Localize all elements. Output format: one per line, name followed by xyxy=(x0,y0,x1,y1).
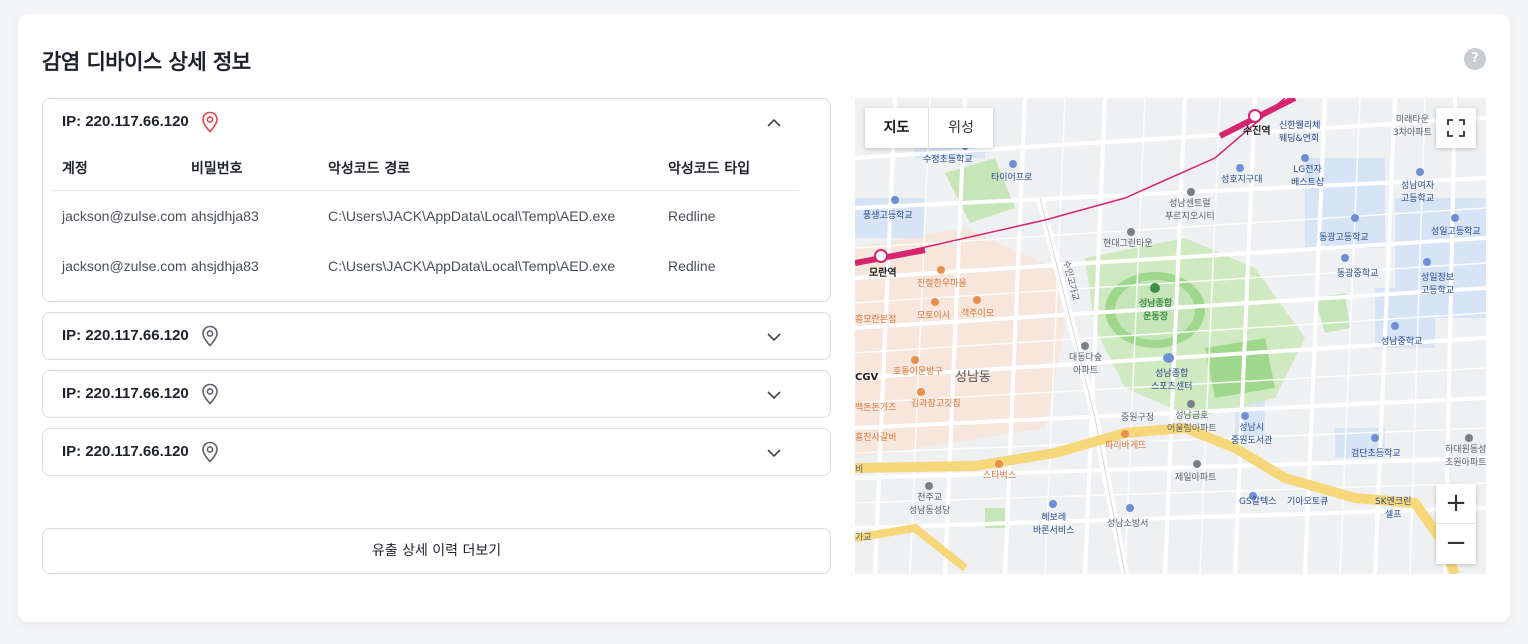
accordion-header[interactable]: IP: 220.117.66.120 xyxy=(43,313,830,359)
map-label: 가교 xyxy=(855,533,872,543)
map-label: 모토이시 xyxy=(917,311,951,321)
col-malware-type: 악성코드 타입 xyxy=(668,160,751,177)
infected-device-card: 감염 디바이스 상세 정보 ? IP: 220.117.66.120 계정 비밀… xyxy=(18,14,1510,622)
cell-type: Redline xyxy=(668,258,716,274)
tab-map[interactable]: 지도 xyxy=(865,108,929,148)
ip-address: IP: 220.117.66.120 xyxy=(62,443,189,460)
cell-account: jackson@zulse.com xyxy=(62,258,187,274)
accordion-item: IP: 220.117.66.120 xyxy=(42,428,831,476)
map-label: 중원구청 xyxy=(1121,413,1155,423)
map-label: 성남시 중원도서관 xyxy=(1231,423,1273,446)
map-label: 비 xyxy=(855,465,864,475)
map-label: LG전자 베스트샵 xyxy=(1291,165,1325,188)
map-label: 파리바게뜨 xyxy=(1105,441,1147,451)
map-label: 스타벅스 xyxy=(983,471,1017,481)
ip-address: IP: 220.117.66.120 xyxy=(62,385,189,402)
map-label: 성일고등학교 xyxy=(1431,227,1481,237)
map-label: 신한웰리체 웨딩&연회 xyxy=(1279,121,1321,144)
map-type-tabs: 지도 위성 xyxy=(865,108,993,148)
map-label: 성남종합 운동장 xyxy=(1139,299,1173,322)
map-label: 성남여자 고등학교 xyxy=(1401,181,1435,204)
map-label: 객주이모 xyxy=(961,309,995,319)
map-label: 하대원동성 초원아파트 xyxy=(1445,445,1486,468)
cell-type: Redline xyxy=(668,208,716,224)
accordion-item: IP: 220.117.66.120 계정 비밀번호 악성코드 경로 악성코드 … xyxy=(42,98,831,302)
chevron-down-icon[interactable] xyxy=(766,387,782,403)
table-header-row: 계정 비밀번호 악성코드 경로 악성코드 타입 xyxy=(51,145,798,191)
map-view[interactable]: 수진역 모란역 성남동 성남종합 운동장 성남종합 스포츠센터 수정초등학교 타… xyxy=(855,98,1486,574)
col-password: 비밀번호 xyxy=(191,160,243,177)
accordion-item: IP: 220.117.66.120 xyxy=(42,312,831,360)
more-history-button[interactable]: 유출 상세 이력 더보기 xyxy=(42,528,831,574)
ip-address: IP: 220.117.66.120 xyxy=(62,327,189,344)
map-label: 흥진사갈비 xyxy=(855,433,897,443)
zoom-in-button[interactable]: + xyxy=(1436,484,1476,524)
device-accordion: IP: 220.117.66.120 계정 비밀번호 악성코드 경로 악성코드 … xyxy=(42,98,831,486)
map-label: 성남종합 스포츠센터 xyxy=(1151,369,1193,392)
zoom-out-button[interactable]: − xyxy=(1436,524,1476,564)
cell-password: ahsjdhja83 xyxy=(191,258,259,274)
map-label: 풍생고등학교 xyxy=(863,211,913,221)
accordion-item: IP: 220.117.66.120 xyxy=(42,370,831,418)
map-label: 제일아파트 xyxy=(1175,473,1217,483)
map-label: 동광고등학교 xyxy=(1319,233,1369,243)
chevron-down-icon[interactable] xyxy=(766,329,782,345)
cell-password: ahsjdhja83 xyxy=(191,208,259,224)
map-label: 모란역 xyxy=(869,268,897,279)
col-account: 계정 xyxy=(62,160,88,177)
chevron-down-icon[interactable] xyxy=(766,445,782,461)
location-pin-icon[interactable] xyxy=(200,111,220,133)
map-label: 수정초등학교 xyxy=(923,155,973,165)
map-label: 현대그린타운 xyxy=(1103,239,1153,249)
map-label: 수진역 xyxy=(1243,126,1271,137)
map-label: 김과장고깃집 xyxy=(911,399,961,409)
map-label: 기아오토큐 xyxy=(1287,497,1329,507)
map-label: 성일정보 고등학교 xyxy=(1421,273,1455,296)
map-label: 동광중학교 xyxy=(1337,269,1379,279)
cell-path: C:\Users\JACK\AppData\Local\Temp\AED.exe xyxy=(328,208,616,224)
location-pin-icon[interactable] xyxy=(200,325,220,347)
help-icon[interactable]: ? xyxy=(1464,48,1486,70)
map-label: 천주교 성남동성당 xyxy=(909,493,951,516)
accordion-header[interactable]: IP: 220.117.66.120 xyxy=(43,99,830,145)
chevron-up-icon[interactable] xyxy=(766,115,782,131)
map-label: GS칼텍스 xyxy=(1239,497,1277,507)
map-label: 성남소방서 xyxy=(1107,519,1149,529)
map-label: 성남동 xyxy=(955,370,991,385)
page-title: 감염 디바이스 상세 정보 xyxy=(42,50,251,74)
map-label: 검단초등학교 xyxy=(1351,449,1401,459)
map-label: 호돌이문방구 xyxy=(893,367,943,377)
fullscreen-icon xyxy=(1447,119,1465,137)
map-label: 미래타운 3차아파트 xyxy=(1393,115,1432,138)
map-label: 성호지구대 xyxy=(1221,175,1263,185)
map-label: 성남중학교 xyxy=(1381,337,1423,347)
fullscreen-button[interactable] xyxy=(1436,108,1476,148)
accordion-header[interactable]: IP: 220.117.66.120 xyxy=(43,429,830,475)
map-label: 대동다숲 아파트 xyxy=(1069,353,1103,376)
location-pin-icon[interactable] xyxy=(200,441,220,463)
zoom-control: + − xyxy=(1436,484,1476,564)
map-label: CGV xyxy=(855,372,879,383)
map-label: 백돈돈가츠 xyxy=(855,403,897,413)
cell-path: C:\Users\JACK\AppData\Local\Temp\AED.exe xyxy=(328,258,616,274)
ip-address: IP: 220.117.66.120 xyxy=(62,113,189,130)
table-row: jackson@zulse.com ahsjdhja83 C:\Users\JA… xyxy=(51,191,798,241)
tab-satellite[interactable]: 위성 xyxy=(929,108,993,148)
cell-account: jackson@zulse.com xyxy=(62,208,187,224)
map-label: 헤보레 바론서비스 xyxy=(1033,513,1075,536)
map-label: 흥모란본점 xyxy=(855,315,897,325)
col-malware-path: 악성코드 경로 xyxy=(328,160,411,177)
location-pin-icon[interactable] xyxy=(200,383,220,405)
table-row: jackson@zulse.com ahsjdhja83 C:\Users\JA… xyxy=(51,241,798,291)
malware-table: 계정 비밀번호 악성코드 경로 악성코드 타입 jackson@zulse.co… xyxy=(51,145,798,291)
map-label: 성남센트럴 푸르지오시티 xyxy=(1165,199,1215,222)
map-label: 타이어프로 xyxy=(991,173,1033,183)
map-label: SK엔크린 셀프 xyxy=(1375,497,1412,520)
map-label: 진절한우마을 xyxy=(917,279,967,289)
accordion-header[interactable]: IP: 220.117.66.120 xyxy=(43,371,830,417)
map-label: 성남금호 어울림아파트 xyxy=(1167,411,1217,434)
